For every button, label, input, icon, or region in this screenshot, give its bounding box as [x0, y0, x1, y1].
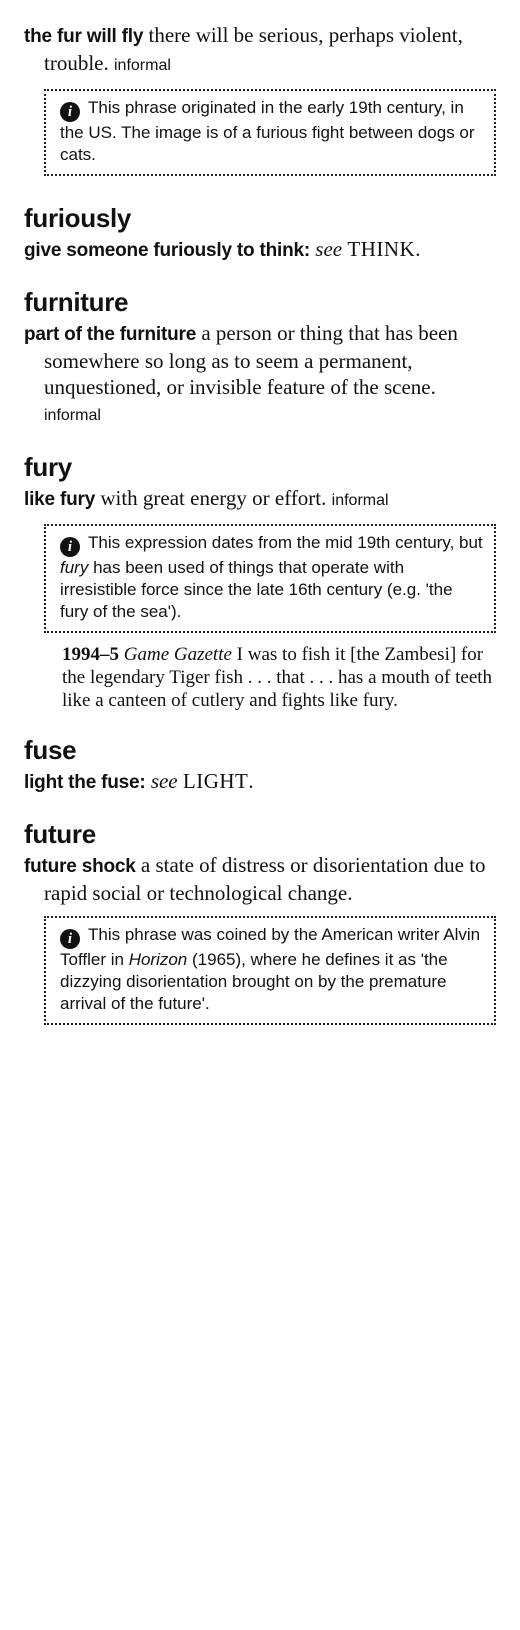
- note-text-cont: has been used of things that operate wit…: [60, 558, 453, 621]
- sense: the fur will fly there will be serious, …: [24, 22, 496, 79]
- citation-year: 1994–5: [62, 644, 119, 665]
- info-icon: i: [60, 929, 80, 949]
- phrase: future shock: [24, 856, 136, 877]
- sense: like fury with great energy or effort. i…: [24, 485, 496, 514]
- phrase: like fury: [24, 489, 96, 510]
- sense: light the fuse: see LIGHT.: [24, 769, 254, 793]
- note-text: This expression dates from the mid 19th …: [88, 533, 483, 552]
- usage-label: informal: [331, 492, 389, 509]
- entry-fur-will-fly: the fur will fly there will be serious, …: [24, 22, 496, 176]
- info-note: i This phrase originated in the early 19t…: [44, 89, 496, 176]
- headword: furniture: [24, 287, 129, 317]
- phrase: the fur will fly: [24, 26, 144, 47]
- entry-furniture: furniture part of the furniture a person…: [24, 286, 496, 429]
- entry-furiously: furiously give someone furiously to thin…: [24, 202, 496, 264]
- dictionary-page: the fur will fly there will be serious, …: [24, 22, 496, 1047]
- usage-label: informal: [113, 57, 171, 74]
- sense: future shock a state of distress or diso…: [24, 852, 496, 906]
- usage-label: informal: [44, 407, 101, 424]
- phrase: give someone furiously to think: [24, 240, 304, 261]
- info-note: i This expression dates from the mid 19th…: [44, 524, 496, 633]
- cross-reference-link[interactable]: THINK: [347, 237, 415, 261]
- see-word: see: [315, 237, 343, 261]
- info-icon: i: [60, 102, 80, 122]
- note-italic: fury: [60, 558, 89, 577]
- headword: fuse: [24, 735, 77, 765]
- see-word: see: [150, 769, 178, 793]
- definition: with great energy or effort.: [100, 486, 327, 510]
- citation-source: Game Gazette: [123, 644, 232, 665]
- phrase: light the fuse: [24, 772, 140, 793]
- phrase: part of the furniture: [24, 324, 197, 345]
- entry-future: future future shock a state of distress …: [24, 818, 496, 1025]
- note-italic: Horizon: [128, 950, 188, 969]
- cross-reference-link[interactable]: LIGHT: [183, 769, 248, 793]
- sense: part of the furniture a person or thing …: [24, 320, 496, 429]
- info-icon: i: [60, 537, 80, 557]
- entry-fuse: fuse light the fuse: see LIGHT.: [24, 734, 496, 796]
- headword: furiously: [24, 203, 132, 233]
- sense: give someone furiously to think: see THI…: [24, 237, 421, 261]
- note-text: This phrase originated in the early 19th…: [60, 98, 475, 164]
- info-note: i This phrase was coined by the American …: [44, 916, 496, 1025]
- entry-fury: fury like fury with great energy or effo…: [24, 451, 496, 712]
- headword: fury: [24, 452, 72, 482]
- citation: 1994–5 Game Gazette I was to fish it [th…: [62, 643, 496, 712]
- headword: future: [24, 819, 96, 849]
